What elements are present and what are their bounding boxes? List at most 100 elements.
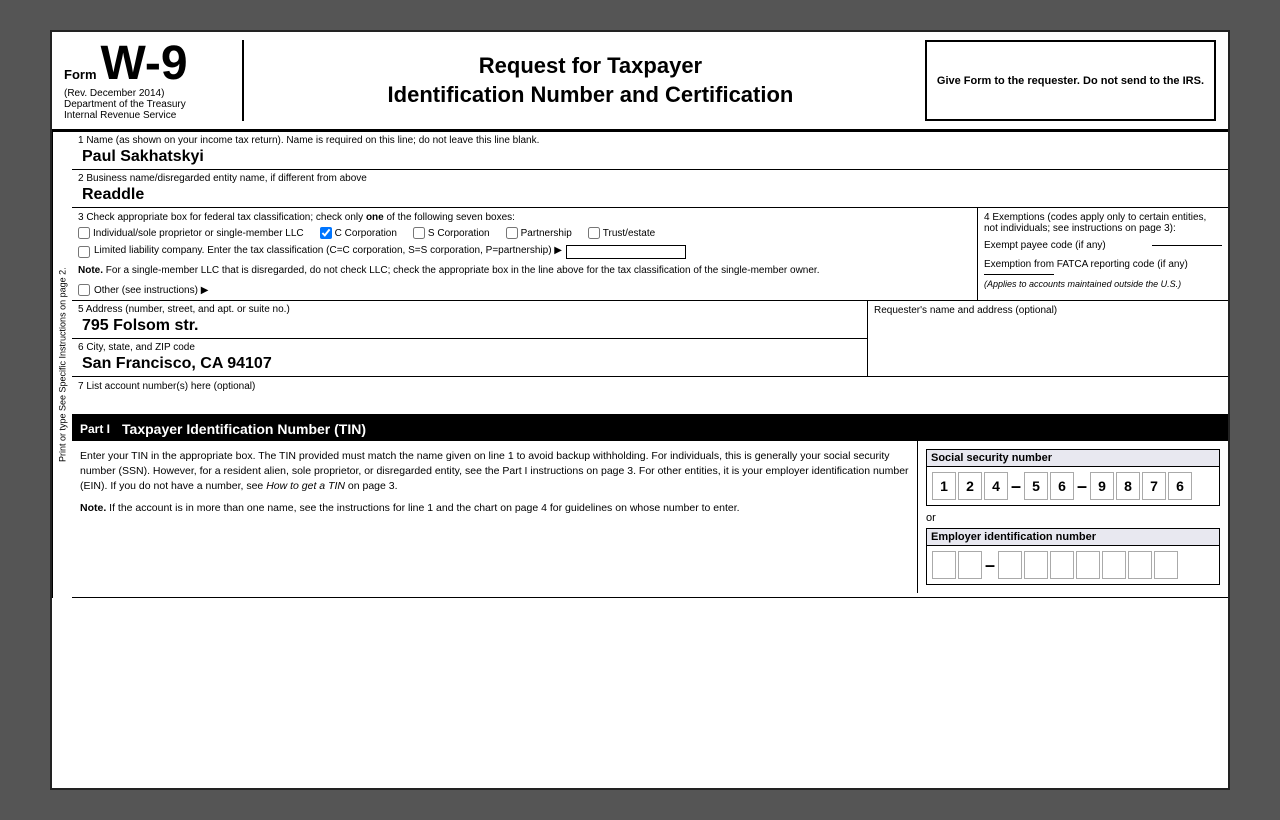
sidebar-label: Print or type See Specific Instructions …: [52, 132, 72, 598]
checkbox-individual-input[interactable]: [78, 227, 90, 239]
ssn-dash1: –: [1011, 476, 1021, 497]
note-row: Note. For a single-member LLC that is di…: [78, 263, 971, 278]
field5-value: 795 Folsom str.: [78, 317, 861, 335]
ssn-dash2: –: [1077, 476, 1087, 497]
ein-d8: [1128, 551, 1152, 579]
ein-d2: [958, 551, 982, 579]
requester-label: Requester's name and address (optional): [874, 305, 1222, 316]
checkbox-partnership[interactable]: Partnership: [506, 227, 572, 239]
form-rev: (Rev. December 2014): [64, 88, 230, 99]
ssn-d6: 9: [1090, 472, 1114, 500]
field1-value: Paul Sakhatskyi: [78, 148, 1222, 166]
form-id-block: Form W-9 (Rev. December 2014) Department…: [64, 40, 244, 121]
field4-label: 4 Exemptions (codes apply only to certai…: [984, 212, 1222, 234]
fatca-note: (Applies to accounts maintained outside …: [984, 279, 1222, 289]
part1-body: Enter your TIN in the appropriate box. T…: [72, 441, 1228, 593]
field2-label: 2 Business name/disregarded entity name,…: [78, 173, 1222, 184]
checkbox-trust-label: Trust/estate: [603, 228, 655, 239]
form-body: Print or type See Specific Instructions …: [52, 132, 1228, 598]
field5-block: 5 Address (number, street, and apt. or s…: [72, 301, 867, 339]
exempt-payee-row: Exempt payee code (if any): [984, 240, 1222, 251]
ssn-box: Social security number 1 2 4 – 5 6 – 9 8…: [926, 449, 1220, 506]
row3-tax-class: 3 Check appropriate box for federal tax …: [72, 208, 978, 300]
checkbox-partnership-label: Partnership: [521, 228, 572, 239]
ssn-d2: 2: [958, 472, 982, 500]
address-section: 5 Address (number, street, and apt. or s…: [72, 301, 1228, 377]
form-dept1: Department of the Treasury: [64, 99, 230, 110]
form-page: Form W-9 (Rev. December 2014) Department…: [50, 30, 1230, 790]
field7-row: 7 List account number(s) here (optional): [72, 377, 1228, 417]
part1-para2: Note. If the account is in more than one…: [80, 501, 909, 516]
ssn-d4: 5: [1024, 472, 1048, 500]
bottom-divider: [72, 597, 1228, 598]
llc-text: Limited liability company. Enter the tax…: [94, 245, 562, 256]
form-number: W-9: [101, 40, 188, 88]
part1-para1: Enter your TIN in the appropriate box. T…: [80, 449, 909, 495]
or-text: or: [926, 512, 1220, 524]
llc-row: Limited liability company. Enter the tax…: [78, 245, 971, 259]
ssn-label: Social security number: [927, 450, 1219, 467]
form-right-box: Give Form to the requester. Do not send …: [925, 40, 1216, 121]
ssn-d1: 1: [932, 472, 956, 500]
checkbox-ccorp-input[interactable]: [320, 227, 332, 239]
other-row: Other (see instructions) ▶: [78, 284, 971, 296]
ssn-d3: 4: [984, 472, 1008, 500]
part1-title: Taxpayer Identification Number (TIN): [122, 421, 366, 437]
form-word-label: Form: [64, 67, 97, 82]
field3-label: 3 Check appropriate box for federal tax …: [78, 212, 971, 223]
field2-value: Readdle: [78, 186, 1222, 204]
ssn-digits-row: 1 2 4 – 5 6 – 9 8 7 6: [927, 467, 1219, 505]
ein-d1: [932, 551, 956, 579]
checkbox-scorp[interactable]: S Corporation: [413, 227, 490, 239]
form-header: Form W-9 (Rev. December 2014) Department…: [52, 32, 1228, 132]
field1-label: 1 Name (as shown on your income tax retu…: [78, 135, 1222, 146]
checkbox-scorp-input[interactable]: [413, 227, 425, 239]
field2-row: 2 Business name/disregarded entity name,…: [72, 170, 1228, 208]
checkbox-ccorp-label: C Corporation: [335, 228, 397, 239]
checkbox-scorp-label: S Corporation: [428, 228, 490, 239]
form-w9: Form W-9: [64, 40, 230, 88]
ssn-d9: 6: [1168, 472, 1192, 500]
fatca-row: Exemption from FATCA reporting code (if …: [984, 259, 1222, 275]
other-checkbox[interactable]: [78, 284, 90, 296]
row4-exemptions: 4 Exemptions (codes apply only to certai…: [978, 208, 1228, 300]
ein-box: Employer identification number –: [926, 528, 1220, 585]
ein-d7: [1102, 551, 1126, 579]
ein-d6: [1076, 551, 1100, 579]
ssn-d8: 7: [1142, 472, 1166, 500]
ein-d9: [1154, 551, 1178, 579]
ein-d4: [1024, 551, 1048, 579]
checkbox-partnership-input[interactable]: [506, 227, 518, 239]
field6-block: 6 City, state, and ZIP code San Francisc…: [72, 339, 867, 376]
row34: 3 Check appropriate box for federal tax …: [72, 208, 1228, 301]
field1-row: 1 Name (as shown on your income tax retu…: [72, 132, 1228, 170]
llc-input-box[interactable]: [566, 245, 686, 259]
address-left: 5 Address (number, street, and apt. or s…: [72, 301, 868, 376]
checkbox-trust[interactable]: Trust/estate: [588, 227, 655, 239]
field6-value: San Francisco, CA 94107: [78, 355, 861, 373]
part1-header: Part I Taxpayer Identification Number (T…: [72, 417, 1228, 441]
part1-tin: Social security number 1 2 4 – 5 6 – 9 8…: [918, 441, 1228, 593]
part1-label: Part I: [80, 422, 110, 436]
ein-d3: [998, 551, 1022, 579]
llc-checkbox[interactable]: [78, 246, 90, 258]
other-label: Other (see instructions) ▶: [94, 285, 208, 296]
ssn-d7: 8: [1116, 472, 1140, 500]
address-right-requester: Requester's name and address (optional): [868, 301, 1228, 376]
form-dept2: Internal Revenue Service: [64, 110, 230, 121]
form-content: 1 Name (as shown on your income tax retu…: [72, 132, 1228, 598]
field6-label: 6 City, state, and ZIP code: [78, 342, 861, 353]
ssn-d5: 6: [1050, 472, 1074, 500]
checkbox-trust-input[interactable]: [588, 227, 600, 239]
part1-instructions: Enter your TIN in the appropriate box. T…: [72, 441, 918, 593]
checkbox-individual[interactable]: Individual/sole proprietor or single-mem…: [78, 227, 304, 239]
ein-digits-row: –: [927, 546, 1219, 584]
checkbox-ccorp[interactable]: C Corporation: [320, 227, 397, 239]
form-title: Request for Taxpayer Identification Numb…: [388, 52, 794, 109]
checkboxes-row: Individual/sole proprietor or single-mem…: [78, 227, 971, 239]
checkbox-individual-label: Individual/sole proprietor or single-mem…: [93, 228, 304, 239]
ein-label: Employer identification number: [927, 529, 1219, 546]
form-title-center: Request for Taxpayer Identification Numb…: [256, 40, 925, 121]
field7-label: 7 List account number(s) here (optional): [78, 381, 1222, 392]
field5-label: 5 Address (number, street, and apt. or s…: [78, 304, 861, 315]
